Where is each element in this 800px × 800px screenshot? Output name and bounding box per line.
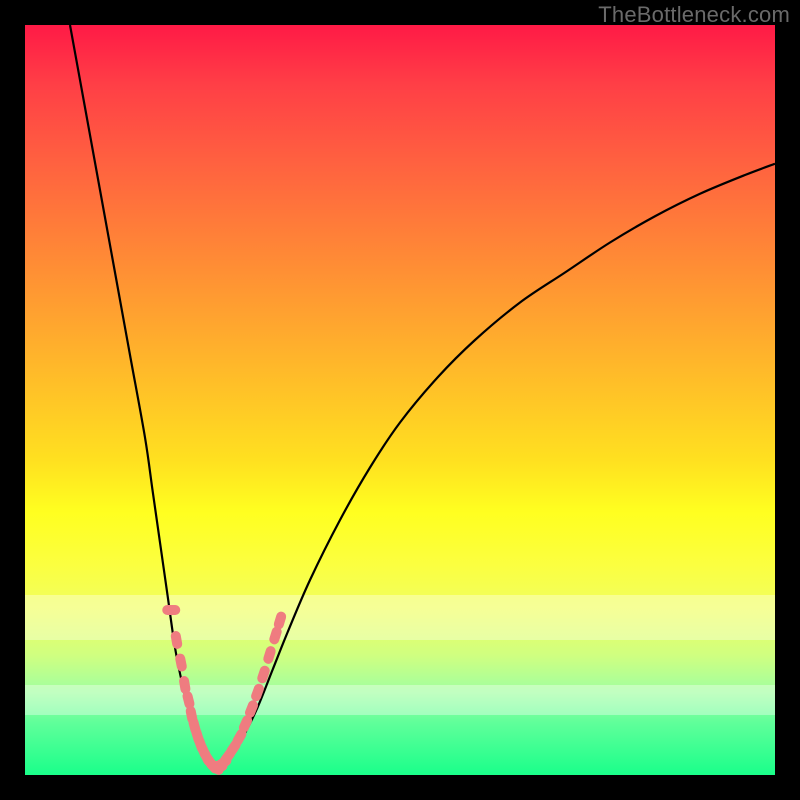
marker xyxy=(174,653,187,673)
watermark-text: TheBottleneck.com xyxy=(598,2,790,28)
plot-area xyxy=(25,25,775,775)
marker xyxy=(162,605,180,615)
left-curve xyxy=(70,25,213,768)
marker xyxy=(170,630,183,649)
right-markers xyxy=(210,610,288,772)
right-curve xyxy=(213,164,776,768)
curve-layer xyxy=(25,25,775,775)
chart-frame: TheBottleneck.com xyxy=(0,0,800,800)
